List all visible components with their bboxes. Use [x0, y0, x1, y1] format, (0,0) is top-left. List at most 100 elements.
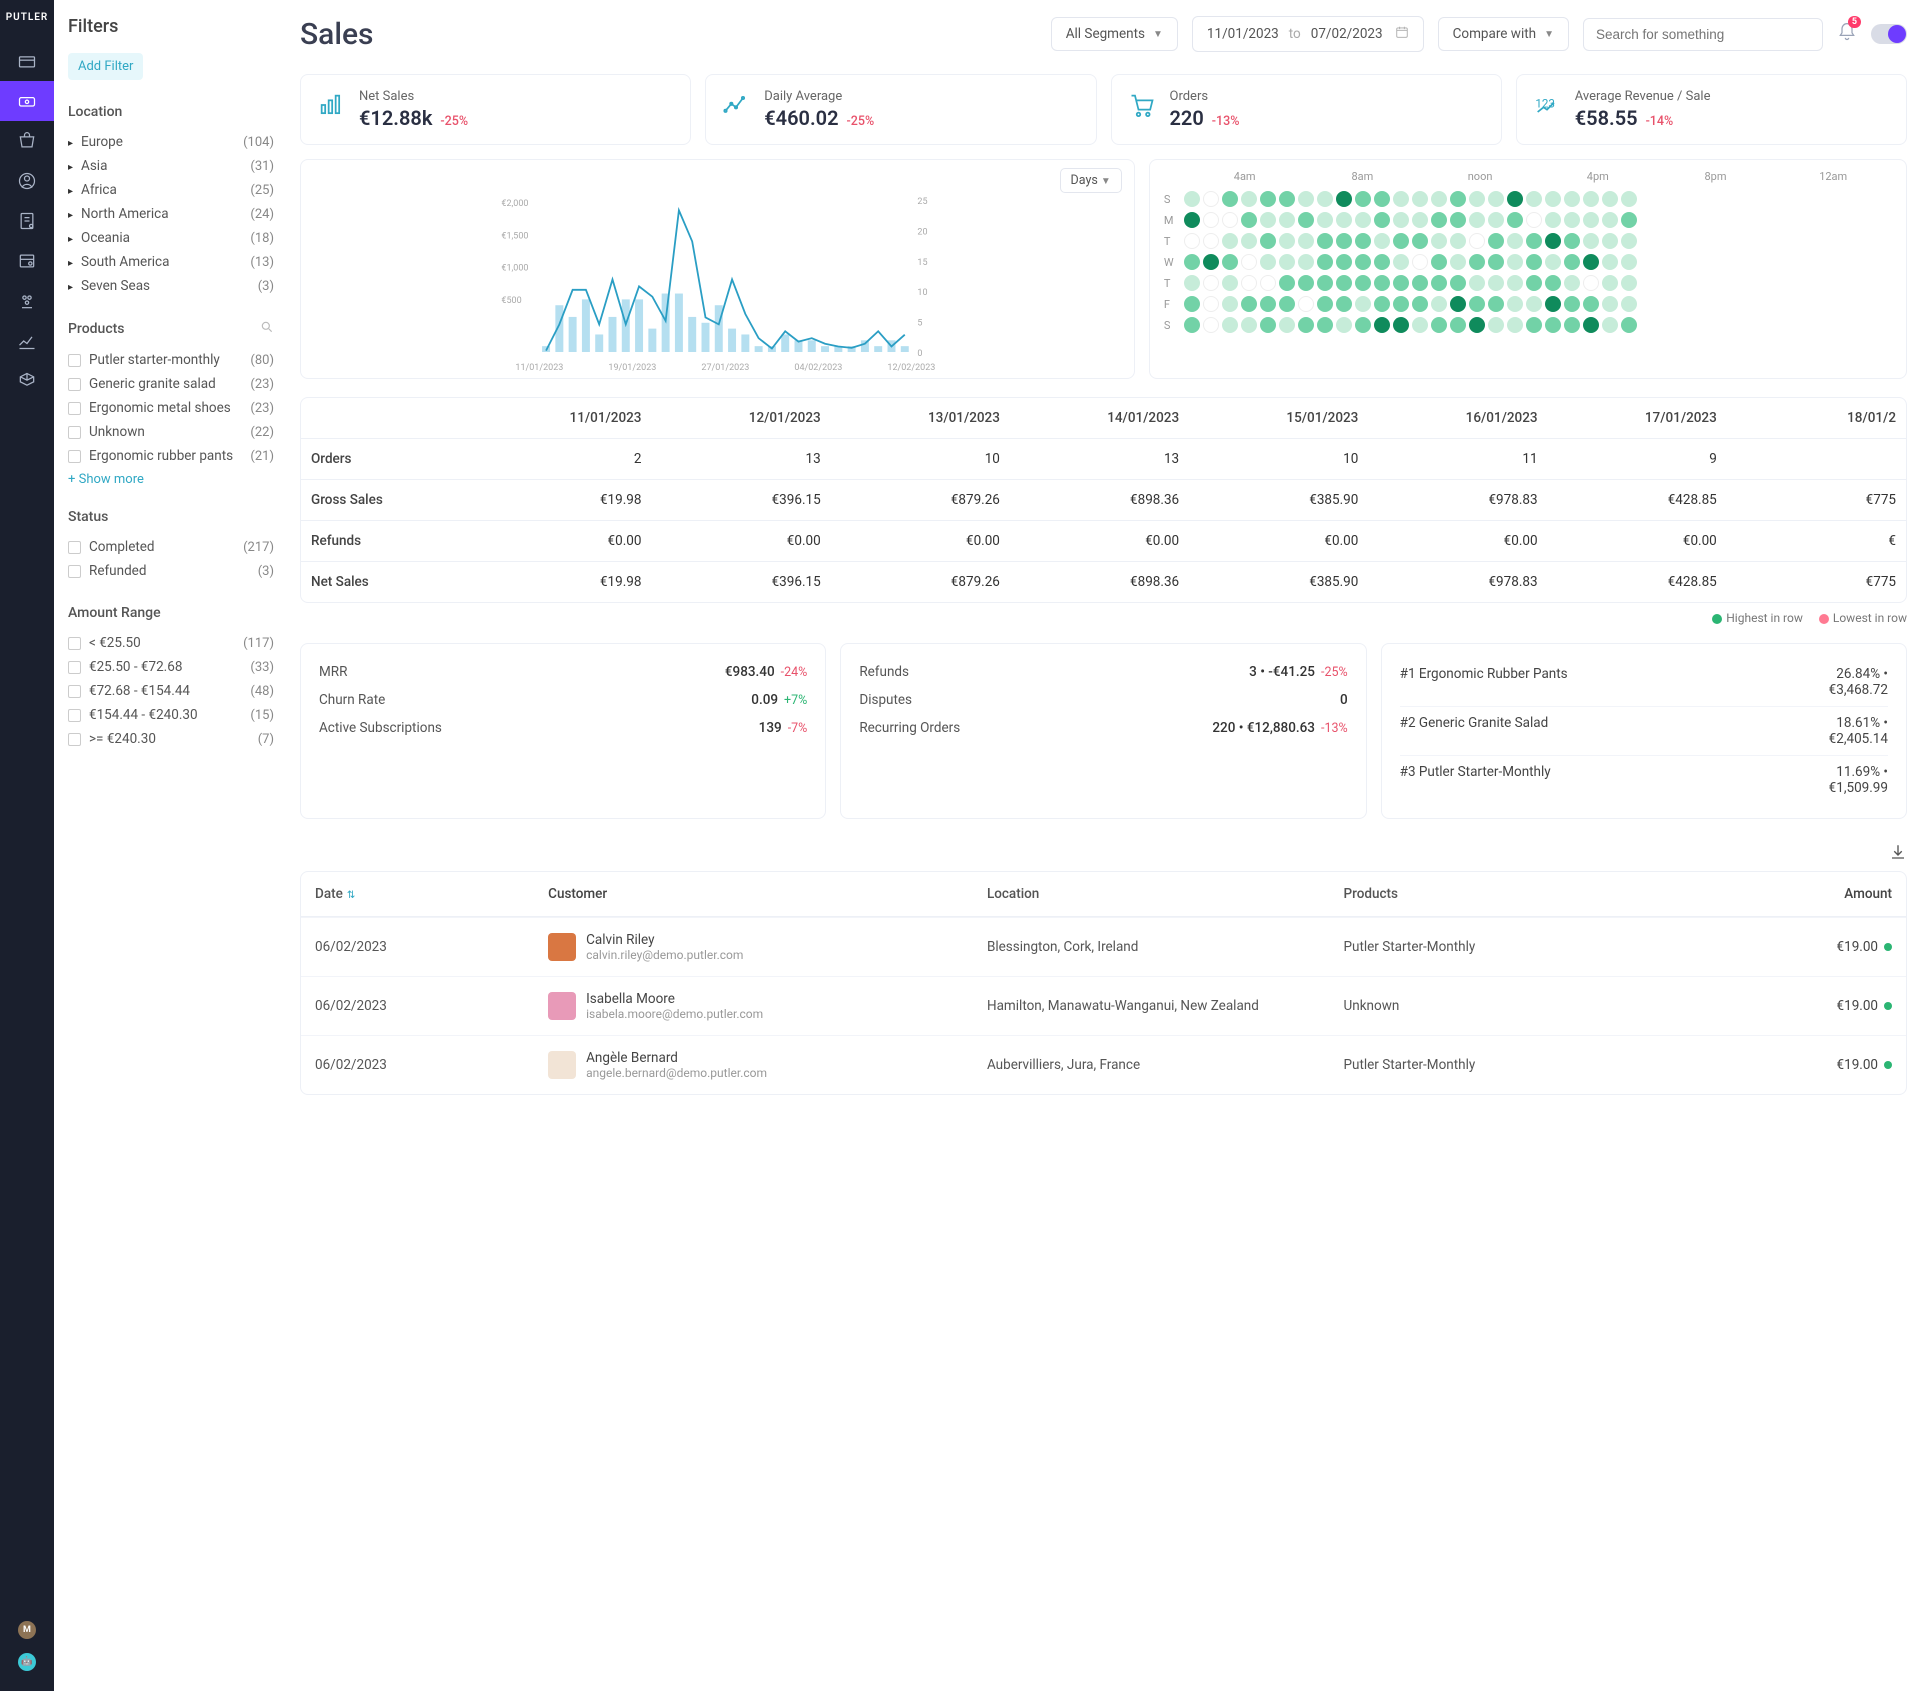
nav-products[interactable] [0, 121, 54, 161]
heat-dot [1412, 275, 1428, 291]
show-more-link[interactable]: + Show more [68, 472, 274, 487]
kpi-card[interactable]: Daily Average €460.02-25% [705, 74, 1096, 145]
kpi-value: €58.55 [1575, 106, 1638, 130]
download-icon[interactable] [1889, 843, 1907, 865]
checkbox-icon[interactable] [68, 565, 81, 578]
kpi-card[interactable]: Net Sales €12.88k-25% [300, 74, 691, 145]
kpi-card[interactable]: 123 Average Revenue / Sale €58.55-14% [1516, 74, 1907, 145]
checkbox-icon[interactable] [68, 354, 81, 367]
workspace-avatar[interactable]: M [18, 1621, 36, 1639]
filter-item[interactable]: €154.44 - €240.30 (15) [68, 703, 274, 727]
filter-item[interactable]: >= €240.30 (7) [68, 727, 274, 751]
filter-item[interactable]: ▸South America (13) [68, 250, 274, 274]
heat-dot [1488, 254, 1504, 270]
heat-dot [1260, 317, 1276, 333]
kpi-label: Orders [1170, 89, 1240, 104]
checkbox-icon[interactable] [68, 709, 81, 722]
filter-item[interactable]: ▸North America (24) [68, 202, 274, 226]
filter-item[interactable]: €25.50 - €72.68 (33) [68, 655, 274, 679]
add-filter-button[interactable]: Add Filter [68, 53, 143, 80]
heat-dot [1431, 296, 1447, 312]
heat-dot [1412, 212, 1428, 228]
heat-dot [1507, 254, 1523, 270]
heat-dot [1412, 233, 1428, 249]
order-row[interactable]: 06/02/2023 Angèle Bernardangele.bernard@… [301, 1035, 1906, 1094]
chart-granularity-dropdown[interactable]: Days ▼ [1060, 168, 1122, 193]
svg-text:10: 10 [917, 288, 927, 298]
nav-integrations[interactable] [0, 361, 54, 401]
order-row[interactable]: 06/02/2023 Calvin Rileycalvin.riley@demo… [301, 917, 1906, 976]
sales-chart: €2,000€1,500€1,000€500252015105011/01/20… [315, 194, 1120, 374]
filter-item[interactable]: ▸Asia (31) [68, 154, 274, 178]
nav-customers[interactable] [0, 161, 54, 201]
nav-analytics[interactable] [0, 321, 54, 361]
heat-dot [1583, 233, 1599, 249]
search-input[interactable] [1583, 18, 1823, 51]
filter-item[interactable]: Refunded (3) [68, 559, 274, 583]
date-range-picker[interactable]: 11/01/2023to07/02/2023 [1192, 16, 1424, 52]
heat-dot [1450, 233, 1466, 249]
checkbox-icon[interactable] [68, 378, 81, 391]
col-date[interactable]: Date⇅ [315, 886, 548, 902]
theme-toggle[interactable] [1871, 24, 1907, 44]
heat-dot [1602, 296, 1618, 312]
filter-item[interactable]: Unknown (22) [68, 420, 274, 444]
heat-dot [1469, 275, 1485, 291]
checkbox-icon[interactable] [68, 541, 81, 554]
nav-reports[interactable] [0, 201, 54, 241]
notifications-button[interactable]: 5 [1837, 22, 1857, 46]
checkbox-icon[interactable] [68, 637, 81, 650]
svg-text:€1,000: €1,000 [501, 264, 528, 274]
checkbox-icon[interactable] [68, 733, 81, 746]
checkbox-icon[interactable] [68, 685, 81, 698]
heat-dot [1279, 275, 1295, 291]
nav-subscriptions[interactable] [0, 241, 54, 281]
segments-dropdown[interactable]: All Segments▼ [1051, 17, 1178, 51]
kpi-label: Net Sales [359, 89, 468, 104]
filter-item[interactable]: Ergonomic rubber pants (21) [68, 444, 274, 468]
heat-dot [1526, 254, 1542, 270]
search-icon[interactable] [260, 320, 274, 338]
page-title: Sales [300, 17, 374, 52]
heat-dot [1298, 191, 1314, 207]
filter-item[interactable]: Ergonomic metal shoes (23) [68, 396, 274, 420]
filter-item[interactable]: < €25.50 (117) [68, 631, 274, 655]
heat-dot [1298, 317, 1314, 333]
filter-item[interactable]: Putler starter-monthly (80) [68, 348, 274, 372]
filter-item[interactable]: ▸Oceania (18) [68, 226, 274, 250]
col-products[interactable]: Products [1343, 886, 1700, 902]
user-avatar[interactable]: 🤖 [18, 1653, 36, 1671]
nav-people[interactable] [0, 281, 54, 321]
filter-item[interactable]: ▸Europe (104) [68, 130, 274, 154]
checkbox-icon[interactable] [68, 426, 81, 439]
heat-dot [1298, 275, 1314, 291]
heat-dot [1355, 296, 1371, 312]
filter-item[interactable]: €72.68 - €154.44 (48) [68, 679, 274, 703]
heat-dot [1317, 296, 1333, 312]
filter-item[interactable]: Completed (217) [68, 535, 274, 559]
filter-item[interactable]: ▸Africa (25) [68, 178, 274, 202]
checkbox-icon[interactable] [68, 450, 81, 463]
filter-group-status: Status Completed (217) Refunded (3) [68, 509, 274, 583]
kpi-delta: -25% [847, 114, 875, 129]
checkbox-icon[interactable] [68, 402, 81, 415]
checkbox-icon[interactable] [68, 661, 81, 674]
compare-dropdown[interactable]: Compare with▼ [1438, 17, 1569, 51]
filter-item[interactable]: ▸Seven Seas (3) [68, 274, 274, 298]
order-row[interactable]: 06/02/2023 Isabella Mooreisabela.moore@d… [301, 976, 1906, 1035]
col-amount[interactable]: Amount [1700, 886, 1892, 902]
heat-dot [1507, 233, 1523, 249]
filter-item[interactable]: Generic granite salad (23) [68, 372, 274, 396]
nav-sales[interactable] [0, 81, 54, 121]
stat-row: Active Subscriptions 139-7% [319, 714, 807, 742]
heat-dot [1488, 317, 1504, 333]
heat-dot [1279, 191, 1295, 207]
col-customer[interactable]: Customer [548, 886, 987, 902]
table-row: Refunds€0.00€0.00€0.00€0.00€0.00€0.00€0.… [301, 520, 1906, 561]
nav-home[interactable] [0, 41, 54, 81]
kpi-card[interactable]: Orders 220-13% [1111, 74, 1502, 145]
col-location[interactable]: Location [987, 886, 1344, 902]
heat-dot [1336, 317, 1352, 333]
refunds-panel: Refunds 3 • -€41.25-25% Disputes 0 Recur… [840, 643, 1366, 819]
heat-dot [1583, 191, 1599, 207]
